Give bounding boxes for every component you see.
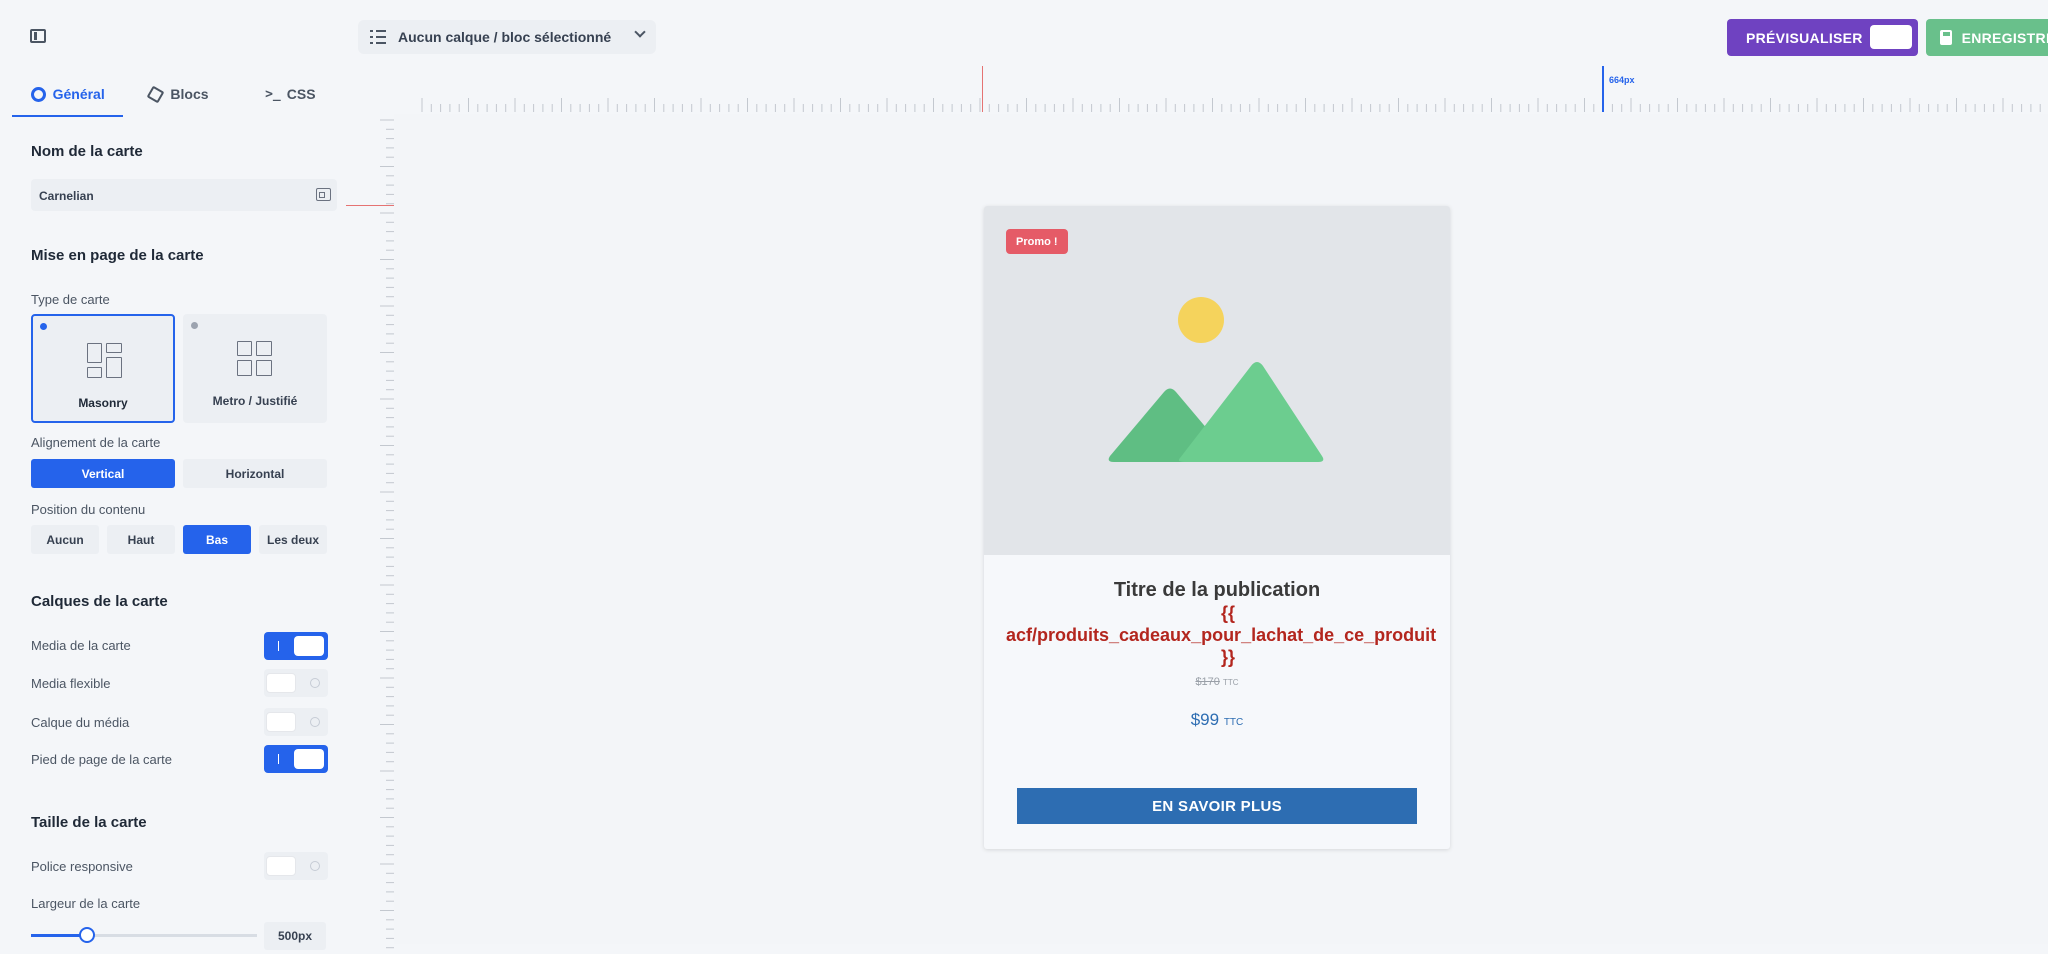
card-width-input[interactable]: 500px (264, 922, 326, 950)
chevron-down-icon (634, 26, 646, 38)
card-media: Promo ! (984, 206, 1450, 555)
layer-select-value: Aucun calque / bloc sélectionné (398, 29, 612, 45)
card-name-value: Carnelian (39, 189, 94, 203)
vertical-ruler (346, 114, 394, 954)
save-disk-icon (1940, 30, 1952, 45)
price-old-suffix: TTC (1222, 678, 1239, 687)
alignment-horizontal-button[interactable]: Horizontal (183, 459, 327, 488)
card-width-label: Largeur de la carte (31, 896, 141, 911)
metro-grid-icon (237, 341, 272, 376)
responsive-font-label: Police responsive (31, 859, 133, 874)
card-preview[interactable]: Promo ! Titre de la publication {{ acf/p… (984, 206, 1450, 849)
settings-sidebar: Général Blocs >_ CSS Nom de la carte Car… (10, 74, 346, 954)
tab-general[interactable]: Général (12, 74, 124, 117)
card-price-old: $170 TTC (984, 676, 1450, 688)
acf-field-name: acf/produits_cadeaux_pour_lachat_de_ce_p… (1006, 625, 1437, 645)
top-toolbar: Aucun calque / bloc sélectionné PRÉVISUA… (0, 0, 2048, 74)
tab-blocks[interactable]: Blocs (123, 74, 234, 114)
card-name-field[interactable]: Carnelian (31, 179, 337, 211)
position-bottom-button[interactable]: Bas (183, 525, 251, 554)
sidebar-tabs: Général Blocs >_ CSS (12, 74, 346, 117)
horizontal-ruler (346, 74, 2048, 114)
tab-css[interactable]: >_ CSS (235, 74, 346, 114)
price-new-value: $99 (1190, 710, 1220, 729)
id-card-icon (316, 188, 331, 201)
layer-media-overlay-toggle[interactable] (264, 708, 328, 736)
layer-media-overlay-label: Calque du média (31, 715, 130, 730)
layer-media-toggle[interactable] (264, 632, 328, 660)
card-type-metro-label: Metro / Justifié (212, 394, 298, 408)
ruler-card-top-guide (346, 205, 394, 206)
image-placeholder-icon (1108, 297, 1324, 462)
price-old-value: $170 (1195, 676, 1220, 688)
card-size-heading: Taille de la carte (31, 814, 147, 831)
ruler-card-left-guide (982, 66, 983, 112)
card-price-new: $99 TTC (984, 710, 1450, 730)
layer-flexible-media-toggle[interactable] (264, 669, 328, 697)
list-icon (370, 30, 386, 44)
responsive-font-toggle[interactable] (264, 852, 328, 880)
ruler-cursor-marker[interactable] (1602, 66, 1604, 112)
position-top-button[interactable]: Haut (107, 525, 175, 554)
content-position-label: Position du contenu (31, 502, 146, 517)
radio-dot-icon (191, 322, 198, 329)
tab-blocks-label: Blocs (170, 86, 209, 102)
layer-block-select[interactable]: Aucun calque / bloc sélectionné (358, 20, 656, 54)
ruler-position-readout: 664px (1609, 75, 1635, 85)
layer-footer-toggle[interactable] (264, 745, 328, 773)
cube-icon (147, 85, 165, 103)
gear-icon (30, 86, 46, 102)
acf-open-braces: {{ (1220, 603, 1235, 623)
alignment-vertical-button[interactable]: Vertical (31, 459, 175, 488)
terminal-icon: >_ (265, 86, 281, 102)
tab-css-label: CSS (286, 86, 316, 102)
layer-flexible-media-label: Media flexible (31, 676, 111, 691)
layers-heading: Calques de la carte (31, 593, 168, 610)
card-type-masonry-label: Masonry (78, 396, 128, 410)
position-none-button[interactable]: Aucun (31, 525, 99, 554)
tab-general-label: Général (52, 86, 105, 102)
learn-more-button[interactable]: EN SAVOIR PLUS (1017, 788, 1417, 824)
preview-button[interactable]: PRÉVISUALISER (1727, 19, 1918, 56)
preview-toggle[interactable] (1870, 25, 1912, 49)
card-type-masonry[interactable]: Masonry (31, 314, 175, 423)
card-name-heading: Nom de la carte (31, 143, 143, 160)
save-button[interactable]: ENREGISTRER (1926, 19, 2048, 56)
card-width-slider-handle[interactable] (79, 927, 95, 943)
layout-heading: Mise en page de la carte (31, 247, 204, 264)
sidebar-toggle-icon[interactable] (30, 29, 46, 43)
card-width-slider[interactable] (31, 927, 257, 943)
layer-media-label: Media de la carte (31, 638, 131, 653)
radio-dot-icon (40, 323, 47, 330)
card-type-metro[interactable]: Metro / Justifié (183, 314, 327, 423)
price-new-suffix: TTC (1223, 717, 1244, 728)
card-title: Titre de la publication (1113, 579, 1321, 601)
masonry-grid-icon (87, 343, 122, 378)
card-acf-field: {{ acf/produits_cadeaux_pour_lachat_de_c… (1006, 602, 1450, 668)
acf-close-braces: }} (1220, 647, 1235, 667)
card-width-slider-fill (31, 934, 86, 937)
card-type-label: Type de carte (31, 292, 110, 307)
save-button-label: ENREGISTRER (1961, 29, 2048, 46)
alignment-label: Alignement de la carte (31, 435, 161, 450)
layer-footer-label: Pied de page de la carte (31, 752, 172, 767)
preview-button-label: PRÉVISUALISER (1746, 29, 1863, 46)
promo-badge: Promo ! (1006, 229, 1068, 254)
position-both-button[interactable]: Les deux (259, 525, 327, 554)
